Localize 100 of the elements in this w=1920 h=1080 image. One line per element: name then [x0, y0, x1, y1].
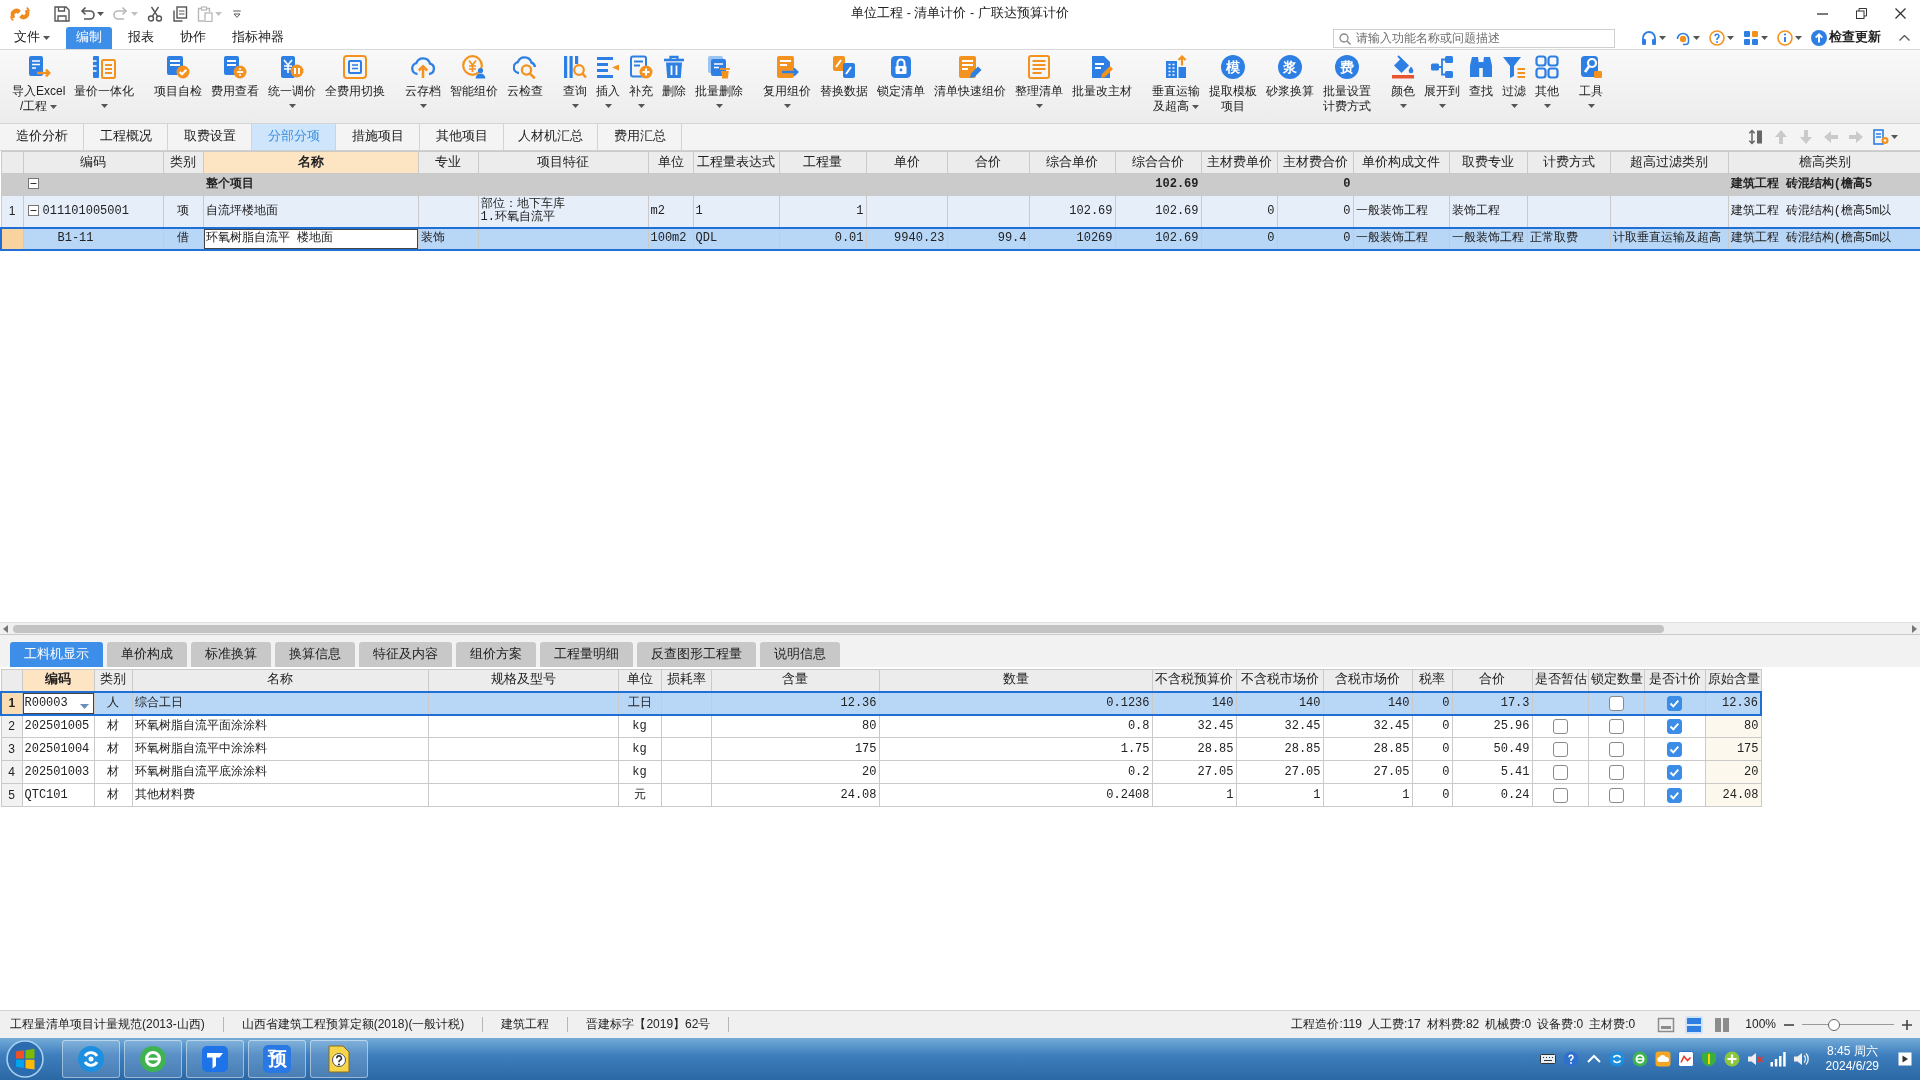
tab[interactable]: 反查图形工程量: [637, 642, 756, 667]
search-field[interactable]: 请输入功能名称或问题描述: [1333, 28, 1615, 48]
collapse-icon[interactable]: [1899, 35, 1910, 41]
menu-item[interactable]: 报表: [118, 27, 164, 49]
scissors-icon[interactable]: [147, 5, 163, 22]
column-header[interactable]: 含税市场价: [1323, 669, 1412, 692]
row-header[interactable]: 1: [1, 195, 23, 228]
column-header[interactable]: 取费专业: [1449, 151, 1527, 174]
row-header[interactable]: 5: [1, 783, 22, 807]
toolbar-button[interactable]: 云存档: [401, 52, 446, 110]
checkbox[interactable]: [1667, 764, 1682, 780]
copy-icon[interactable]: [172, 5, 188, 22]
column-header[interactable]: 是否计价: [1644, 669, 1705, 692]
toolbar-button[interactable]: 补充: [625, 52, 658, 110]
column-header[interactable]: 编码: [23, 151, 163, 174]
toolbar-button[interactable]: 垂直运输 及超高: [1148, 52, 1205, 116]
column-header[interactable]: 合价: [1452, 669, 1532, 692]
tab[interactable]: 特征及内容: [359, 642, 452, 667]
column-header[interactable]: 超高过滤类别: [1610, 151, 1728, 174]
swirl-icon[interactable]: [1608, 1051, 1625, 1067]
chart-tile-icon[interactable]: [1677, 1051, 1694, 1067]
column-header[interactable]: 税率: [1412, 669, 1452, 692]
tab[interactable]: 标准换算: [191, 642, 271, 667]
tab[interactable]: 组价方案: [456, 642, 536, 667]
toolbar-button[interactable]: 费 批量设置 计费方式: [1319, 52, 1376, 116]
help-icon[interactable]: [1709, 30, 1725, 46]
plus-circle-icon[interactable]: [1723, 1051, 1740, 1067]
plus-icon[interactable]: [1902, 1019, 1912, 1030]
close-icon[interactable]: [1895, 8, 1906, 19]
toolbar-button[interactable]: 工具: [1575, 52, 1608, 110]
taskbar-button[interactable]: [310, 1040, 368, 1078]
column-header[interactable]: 单位: [618, 669, 661, 692]
column-header[interactable]: 主材费单价: [1201, 151, 1277, 174]
info-icon[interactable]: [1777, 30, 1793, 46]
toolbar-button[interactable]: 批量改主材: [1068, 52, 1137, 110]
toolbar-button[interactable]: 展开到: [1420, 52, 1465, 110]
toolbar-button[interactable]: 全费用切换: [321, 52, 390, 110]
cell-editor[interactable]: 环氧树脂自流平 楼地面: [203, 227, 418, 250]
agent-icon[interactable]: [1675, 30, 1691, 46]
column-header[interactable]: 合价: [947, 151, 1029, 174]
show-desktop-icon[interactable]: [1898, 1052, 1912, 1066]
slider-thumb[interactable]: [1828, 1018, 1841, 1031]
checkbox[interactable]: [1667, 695, 1682, 711]
column-header[interactable]: 是否暂估: [1532, 669, 1588, 692]
toolbar-button[interactable]: 插入: [592, 52, 625, 110]
column-header[interactable]: 单位: [648, 151, 693, 174]
toolbar-button[interactable]: 统一调价: [264, 52, 321, 110]
checkbox[interactable]: [1552, 764, 1568, 780]
column-header[interactable]: 单价构成文件: [1353, 151, 1449, 174]
column-header[interactable]: 名称: [132, 669, 428, 692]
toolbar-button[interactable]: 智能组价: [446, 52, 503, 110]
minimize-icon[interactable]: [1817, 12, 1828, 15]
sort-icon[interactable]: [1748, 129, 1764, 145]
keyboard-icon[interactable]: [1539, 1051, 1556, 1067]
column-header[interactable]: 工程量: [779, 151, 866, 174]
checkbox[interactable]: [1608, 695, 1624, 711]
minus-box-icon[interactable]: [27, 178, 39, 190]
checkbox[interactable]: [1608, 787, 1624, 803]
column-header[interactable]: 规格及型号: [428, 669, 618, 692]
minus-box-icon[interactable]: [27, 205, 39, 217]
column-header[interactable]: 锁定数量: [1588, 669, 1644, 692]
column-header[interactable]: 损耗率: [661, 669, 711, 692]
column-header[interactable]: 名称: [203, 151, 418, 174]
checkbox[interactable]: [1667, 718, 1682, 734]
customize-icon[interactable]: [231, 7, 243, 20]
checkbox[interactable]: [1552, 787, 1568, 803]
column-header[interactable]: 檐高类别: [1728, 151, 1920, 174]
toolbar-button[interactable]: 颜色: [1387, 52, 1420, 110]
help-icon[interactable]: [1562, 1051, 1579, 1067]
undo-icon[interactable]: [79, 5, 95, 22]
checkbox[interactable]: [1608, 718, 1624, 734]
column-header[interactable]: 综合合价: [1115, 151, 1201, 174]
row-header[interactable]: 3: [1, 737, 22, 761]
checkbox[interactable]: [1608, 764, 1624, 780]
tab[interactable]: 说明信息: [760, 642, 840, 667]
toolbar-button[interactable]: 替换数据: [816, 52, 873, 110]
toolbar-button[interactable]: 云检查: [503, 52, 548, 110]
row-header[interactable]: 2: [1, 714, 22, 738]
left-arrow-icon[interactable]: [3, 624, 8, 633]
row-header[interactable]: 1: [1, 691, 22, 715]
shield-icon[interactable]: [1700, 1051, 1717, 1067]
tab[interactable]: 工程量明细: [540, 642, 633, 667]
toolbar-button[interactable]: 费用查看: [207, 52, 264, 110]
toolbar-button[interactable]: 查找: [1465, 52, 1498, 110]
cloud-tile-icon[interactable]: [1654, 1051, 1671, 1067]
headset-icon[interactable]: [1641, 30, 1657, 46]
menu-item[interactable]: 文件: [4, 27, 60, 49]
toolbar-button[interactable]: 查询: [559, 52, 592, 110]
tab[interactable]: 单价构成: [107, 642, 187, 667]
toolbar-button[interactable]: 模 提取模板 项目: [1205, 52, 1262, 116]
column-header[interactable]: 综合单价: [1029, 151, 1115, 174]
menu-item[interactable]: 指标神器: [222, 27, 294, 49]
checkbox[interactable]: [1667, 787, 1682, 803]
tab[interactable]: 换算信息: [275, 642, 355, 667]
stacked-panes-icon[interactable]: [1685, 1015, 1704, 1034]
update-button[interactable]: 检查更新: [1811, 30, 1881, 46]
menu-item[interactable]: 协作: [170, 27, 216, 49]
column-header[interactable]: 类别: [94, 669, 132, 692]
taskbar-button[interactable]: [186, 1040, 244, 1078]
column-header[interactable]: 主材费合价: [1277, 151, 1353, 174]
